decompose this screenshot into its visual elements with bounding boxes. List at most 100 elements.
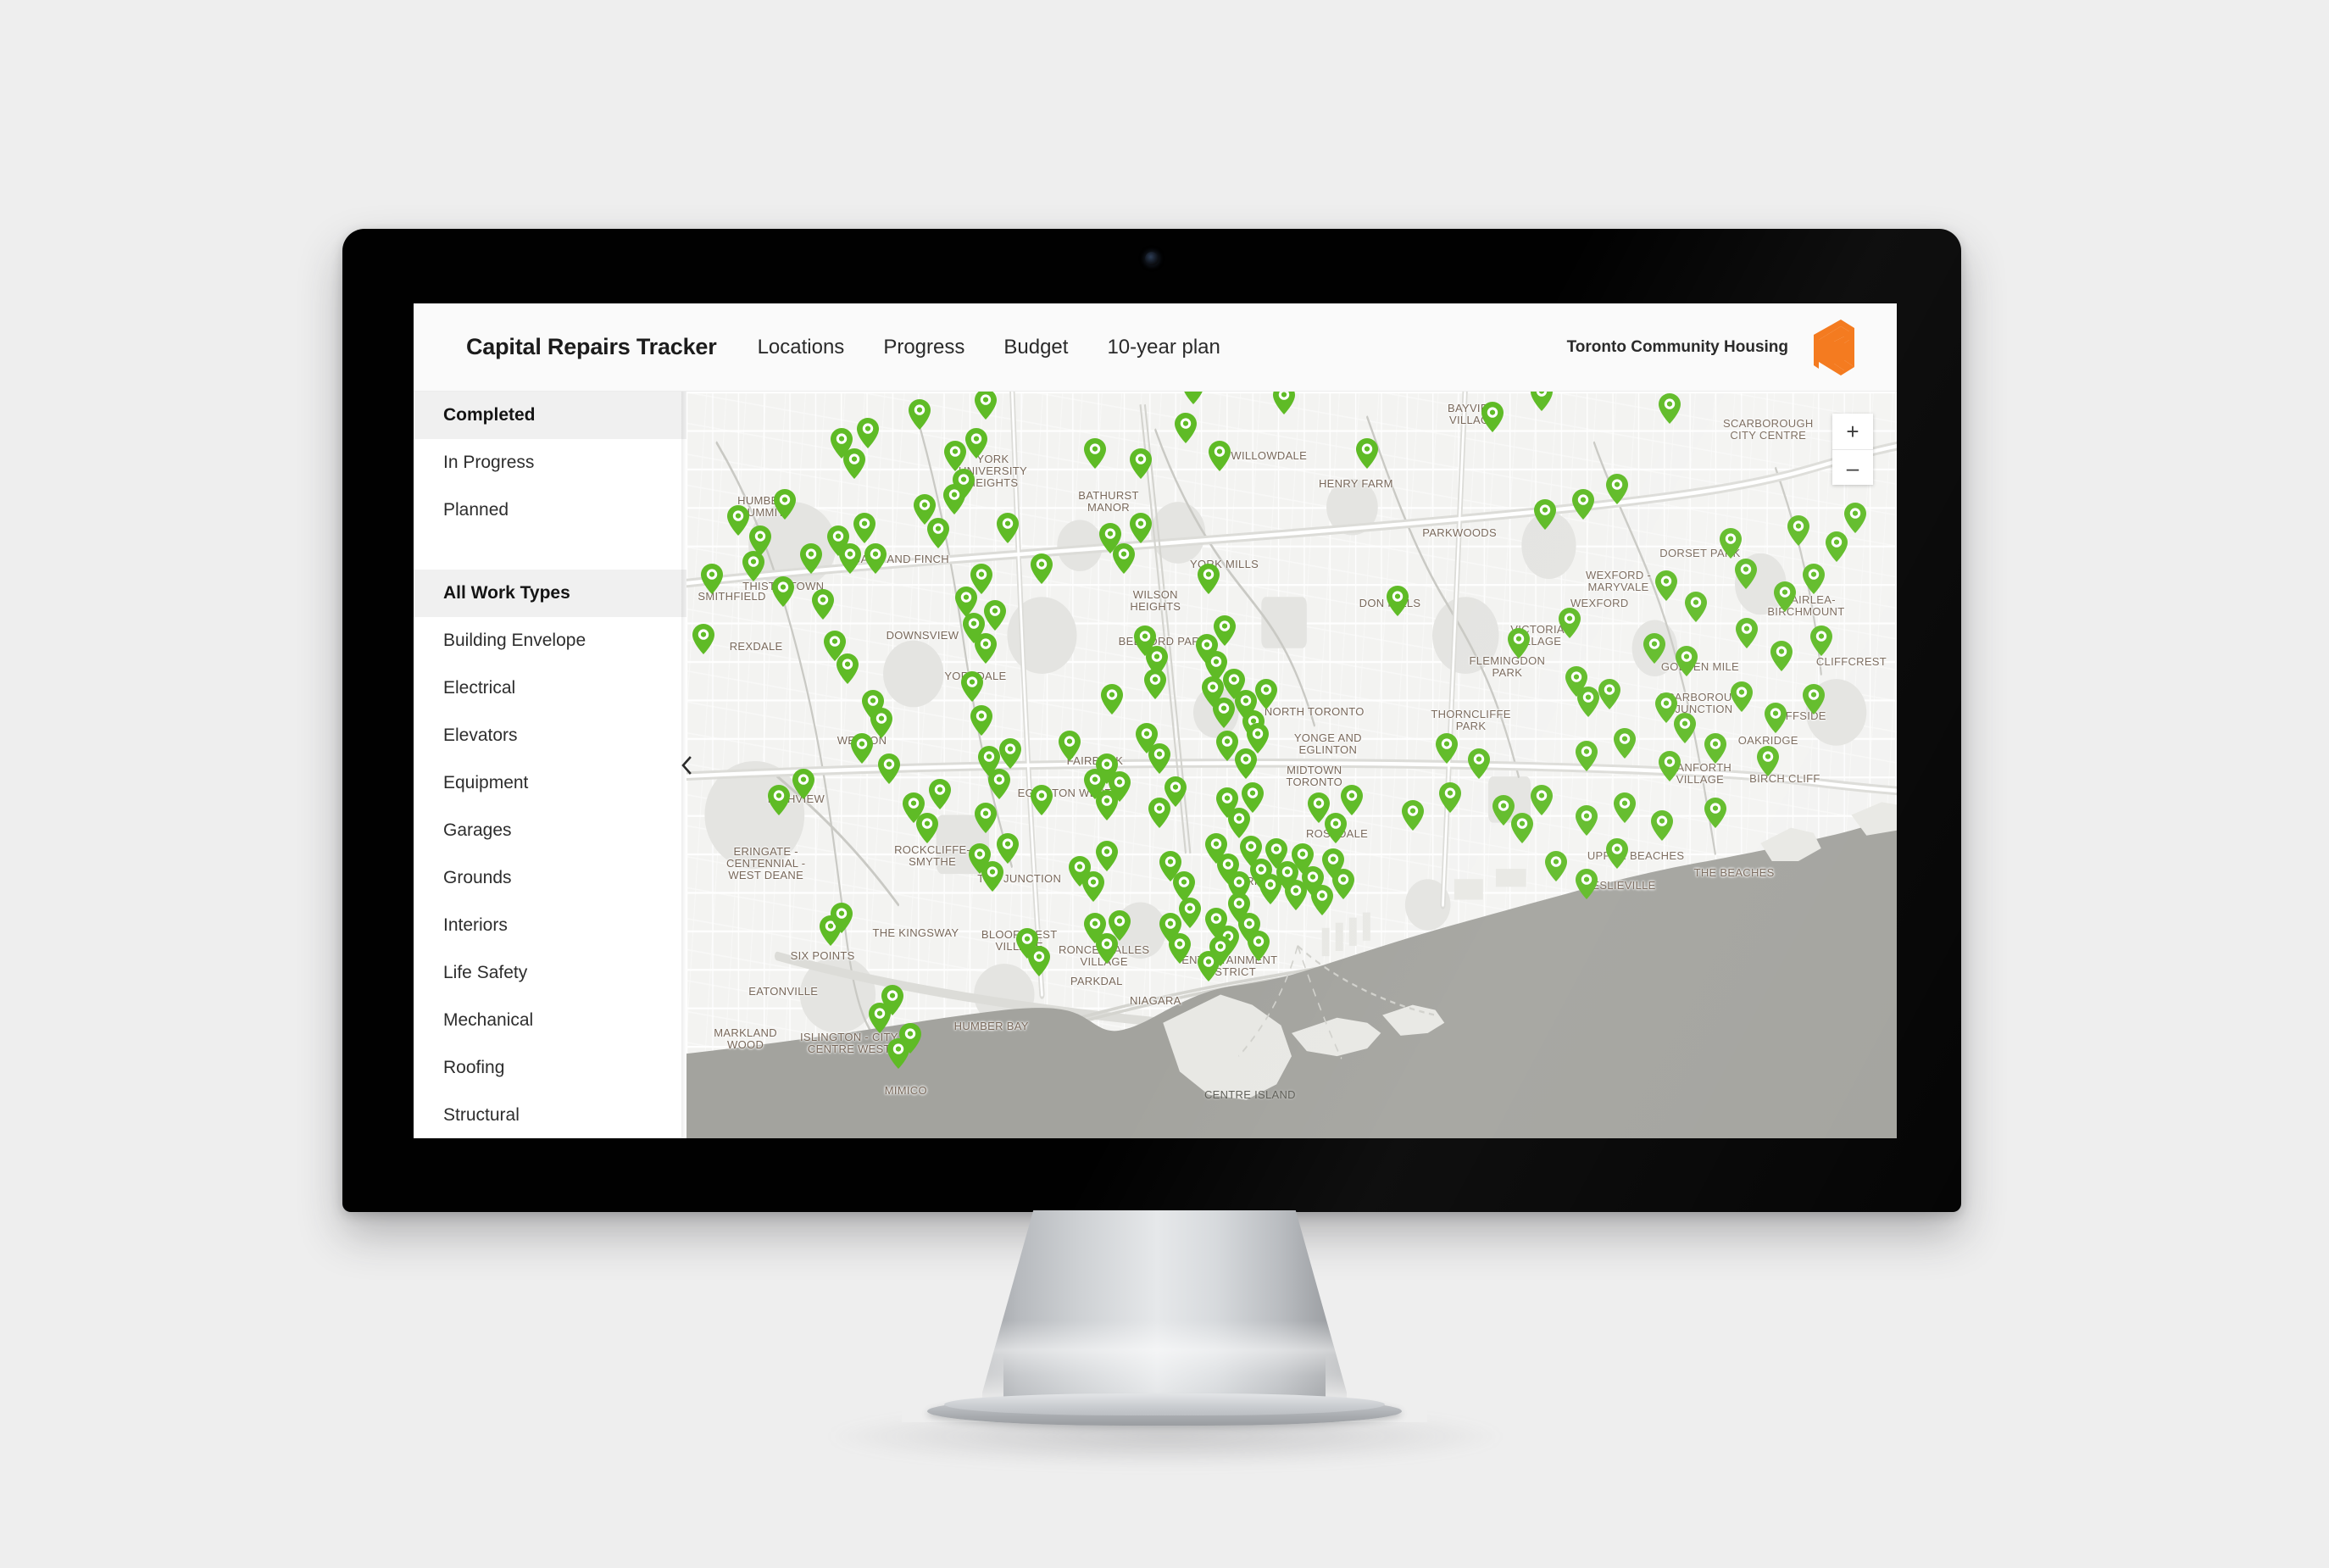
sidebar-item-building-envelope[interactable]: Building Envelope [414,617,686,664]
map-pin-icon[interactable] [1164,776,1187,808]
map-pin-icon[interactable] [1654,692,1677,723]
map-pin-icon[interactable] [1096,933,1119,965]
map-pin-icon[interactable] [943,440,966,471]
map-pin-icon[interactable] [1058,730,1081,761]
map-pin-icon[interactable] [1100,684,1123,715]
map-pin-icon[interactable] [1242,709,1265,741]
map-pin-icon[interactable] [1675,646,1698,677]
map-pin-icon[interactable] [1654,570,1677,601]
map-pin-icon[interactable] [811,589,834,620]
map-pin-icon[interactable] [1576,687,1599,718]
map-pin-icon[interactable] [1015,928,1038,959]
map-pin-icon[interactable] [942,484,965,515]
map-pin-icon[interactable] [1209,936,1232,967]
map-pin-icon[interactable] [1148,743,1170,775]
map-pin-icon[interactable] [853,512,875,543]
map-pin-icon[interactable] [838,542,861,574]
map-pin-icon[interactable] [1069,856,1092,887]
map-pin-icon[interactable] [1204,651,1227,682]
map-pin-icon[interactable] [1757,746,1780,777]
map-pin-icon[interactable] [1719,527,1742,559]
map-pin-icon[interactable] [861,689,884,720]
map-pin-icon[interactable] [961,671,984,703]
map-pin-icon[interactable] [1179,897,1202,928]
map-pin-icon[interactable] [1704,732,1726,764]
map-pin-icon[interactable] [899,1023,922,1054]
map-pin-icon[interactable] [1643,632,1666,664]
map-pin-icon[interactable] [774,489,797,520]
map-pin-icon[interactable] [1247,931,1270,962]
map-pin-icon[interactable] [914,494,937,525]
map-pin-icon[interactable] [1182,392,1204,405]
map-pin-icon[interactable] [1613,792,1636,823]
map-pin-icon[interactable] [692,624,714,655]
map-pin-icon[interactable] [1096,841,1119,872]
map-pin-icon[interactable] [927,517,950,548]
map-pin-icon[interactable] [1173,871,1196,903]
map-pin-icon[interactable] [1202,676,1225,708]
map-pin-icon[interactable] [974,392,997,420]
sidebar-item-mechanical[interactable]: Mechanical [414,997,686,1044]
map-pin-icon[interactable] [981,861,1004,892]
map-pin-icon[interactable] [1083,437,1106,469]
map-pin-icon[interactable] [1246,722,1269,753]
map-pin-icon[interactable] [1212,697,1235,728]
map-pin-icon[interactable] [1507,627,1530,659]
map-pin-icon[interactable] [1197,564,1220,595]
map-pin-icon[interactable] [1545,851,1568,882]
map-pin-icon[interactable] [1129,448,1152,479]
map-pin-icon[interactable] [1802,684,1825,715]
map-pin-icon[interactable] [1310,884,1333,915]
map-pin-icon[interactable] [1773,581,1796,613]
map-pin-icon[interactable] [830,902,853,933]
map-pin-icon[interactable] [1083,912,1106,943]
map-pin-icon[interactable] [1322,848,1345,880]
map-pin-icon[interactable] [1209,440,1231,471]
map-pin-icon[interactable] [963,612,986,643]
map-pin-icon[interactable] [1223,669,1246,700]
map-pin-icon[interactable] [1386,585,1409,616]
zoom-out-button[interactable]: – [1832,449,1873,485]
map-pin-icon[interactable] [1273,392,1296,415]
sidebar-item-planned[interactable]: Planned [414,487,686,534]
map-pin-icon[interactable] [1565,666,1587,698]
map-pin-icon[interactable] [955,587,978,618]
sidebar-item-roofing[interactable]: Roofing [414,1044,686,1092]
map-pin-icon[interactable] [1605,474,1628,505]
map-pin-icon[interactable] [970,564,993,595]
map-pin-icon[interactable] [851,732,874,764]
map-pin-icon[interactable] [974,802,997,833]
sidebar-item-grounds[interactable]: Grounds [414,854,686,902]
map-pin-icon[interactable] [1265,838,1288,870]
map-pin-icon[interactable] [1731,681,1754,713]
sidebar-item-elevators[interactable]: Elevators [414,712,686,759]
map-pin-icon[interactable] [1439,781,1462,813]
map-pin-icon[interactable] [1235,689,1258,720]
sidebar-item-in-progress[interactable]: In Progress [414,439,686,487]
map-pin-icon[interactable] [1250,859,1273,890]
map-pin-icon[interactable] [870,707,893,738]
map-pin-icon[interactable] [1241,781,1264,813]
map-pin-icon[interactable] [1239,836,1262,867]
map-pin-icon[interactable] [1787,514,1809,546]
map-pin-icon[interactable] [1605,838,1628,870]
map-pin-icon[interactable] [1571,489,1594,520]
map-pin-icon[interactable] [792,769,815,800]
map-pin-icon[interactable] [1765,702,1787,733]
sidebar-item-equipment[interactable]: Equipment [414,759,686,807]
map-pin-icon[interactable] [1736,617,1759,648]
map-pin-icon[interactable] [819,915,842,946]
map-pin-icon[interactable] [1144,669,1167,700]
map-pin-icon[interactable] [1096,789,1119,820]
map-pin-icon[interactable] [1659,392,1681,424]
map-pin-icon[interactable] [830,427,853,459]
map-pin-icon[interactable] [1530,784,1553,815]
map-pin-icon[interactable] [878,753,901,785]
map-pin-icon[interactable] [1685,592,1708,623]
map-pin-icon[interactable] [928,779,951,810]
map-pin-icon[interactable] [908,399,931,431]
map-pin-icon[interactable] [952,469,975,500]
nav-item-budget[interactable]: Budget [1003,336,1068,359]
map-pin-icon[interactable] [1468,748,1491,780]
map-pin-icon[interactable] [1533,499,1556,531]
